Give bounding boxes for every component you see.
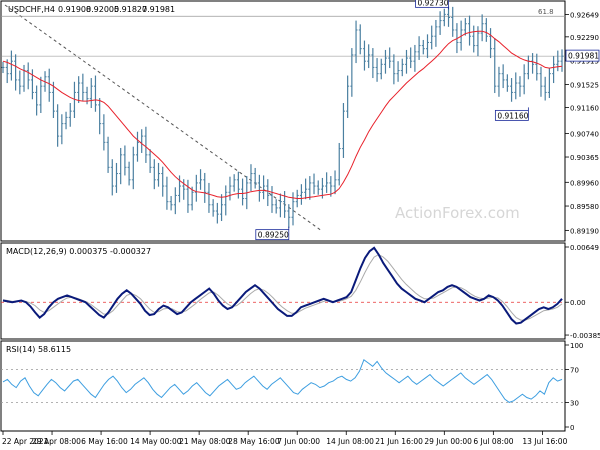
forex-chart: ActionForex.com USDCHF,H4 0.91908 0.9200… [0, 0, 600, 446]
price-tick-label: 0.92290 [570, 34, 599, 42]
time-tick-label: 14 May 00:00 [130, 437, 182, 446]
rsi-label: RSI(14) 58.6115 [6, 345, 71, 354]
price-tick-label: 0.89960 [570, 179, 599, 187]
time-axis: 22 Apr 202129 Apr 08:00 6 May 16:00 14 May… [2, 431, 568, 446]
annotation-label: 0.89250 [258, 231, 289, 240]
macd-panel-frame [0, 242, 566, 340]
price-tick-label: 0.92649 [570, 11, 599, 19]
annotation-label: 0.92730 [418, 0, 449, 7]
fib-level-label: 61.8 [538, 8, 554, 16]
current-price-tag: 0.91981 [565, 49, 600, 62]
time-tick-label: 6 May 16:00 [81, 437, 128, 446]
price-tick-label: 0.90365 [570, 154, 599, 162]
price-tick-label: 0.90740 [570, 131, 599, 139]
watermark: ActionForex.com [395, 204, 520, 222]
time-tick-label: 6 Jul 08:00 [473, 437, 513, 446]
macd-tick-label: -0.003855 [570, 332, 600, 340]
ohlc-close: 0.91981 [142, 5, 175, 14]
time-tick-label: 29 Jun 00:00 [424, 437, 472, 446]
current-price-value: 0.91981 [568, 52, 599, 61]
rsi-tick-label: 30 [570, 399, 579, 407]
macd-axis: 0.00649 0.00 -0.003855 [565, 244, 600, 340]
rsi-panel-frame [0, 340, 566, 432]
price-tick-label: 0.89190 [570, 227, 599, 235]
time-tick-label: 21 Jun 16:00 [375, 437, 423, 446]
time-tick-label: 21 May 08:00 [179, 437, 231, 446]
price-axis: 0.926490.922900.919150.915250.911600.907… [565, 11, 599, 235]
macd-label: MACD(12,26,9) 0.000375 -0.000327 [6, 247, 151, 256]
macd-tick-label: 0.00 [570, 299, 586, 307]
price-tick-label: 0.91160 [570, 104, 599, 112]
price-tick-label: 0.91525 [570, 82, 599, 90]
macd-tick-label: 0.00649 [570, 244, 599, 252]
time-tick-label: 28 May 16:00 [228, 437, 280, 446]
rsi-tick-label: 70 [570, 367, 579, 375]
time-tick-label: 14 Jun 08:00 [326, 437, 374, 446]
rsi-tick-label: 100 [570, 342, 583, 350]
rsi-axis: 100 70 30 0 [565, 342, 583, 432]
rsi-tick-label: 0 [570, 424, 574, 432]
time-tick-label: 13 Jul 16:00 [522, 437, 567, 446]
annotation-label: 0.91160 [497, 111, 528, 120]
price-tick-label: 0.89580 [570, 203, 599, 211]
time-tick-label: 29 Apr 08:00 [32, 437, 81, 446]
time-tick-label: 7 Jun 00:00 [277, 437, 320, 446]
